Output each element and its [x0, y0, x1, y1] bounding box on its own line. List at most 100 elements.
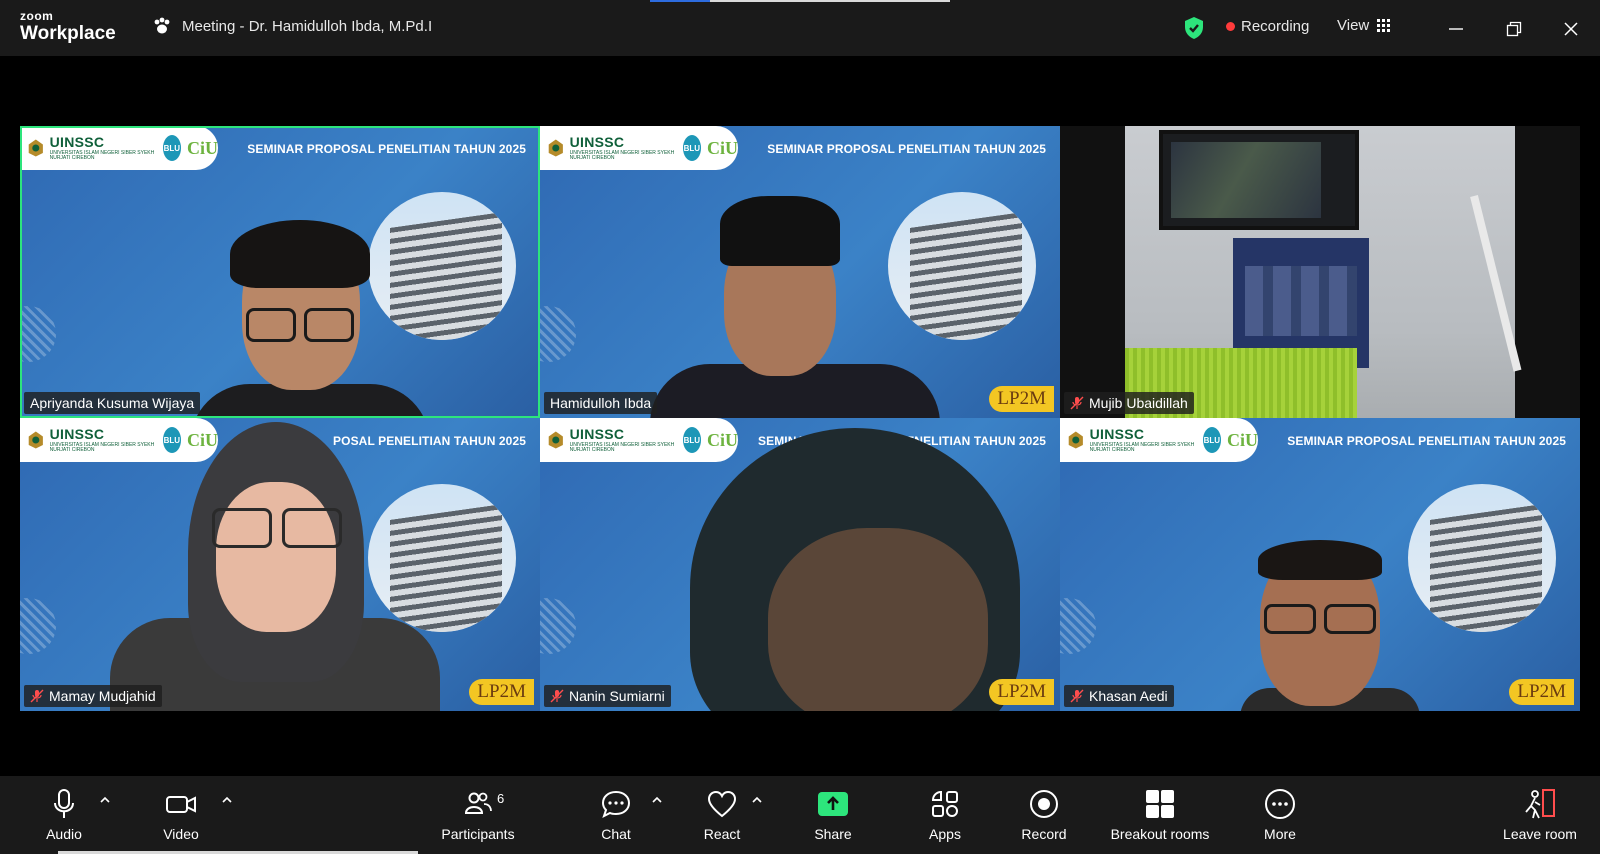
building-image [1408, 484, 1556, 632]
org-name: UINSSC [1089, 426, 1145, 442]
video-label: Video [163, 826, 199, 842]
title-bar: zoom Workplace Meeting - Dr. Hamidulloh … [0, 0, 1600, 56]
ciu-logo: CiU [707, 429, 738, 450]
blu-badge: BLU [682, 427, 701, 453]
breakout-rooms-label: Breakout rooms [1110, 826, 1210, 842]
share-screen-icon [818, 792, 848, 816]
video-tile-mujib[interactable]: Mujib Ubaidillah [1060, 126, 1580, 418]
slide-header-logos: UINSSC UNIVERSITAS ISLAM NEGERI SIBER SYE… [1060, 418, 1258, 462]
uin-emblem-icon [548, 139, 563, 157]
share-label: Share [814, 826, 852, 842]
view-button[interactable]: View [1337, 17, 1391, 34]
minimize-button[interactable] [1441, 14, 1471, 44]
mic-muted-icon [30, 689, 44, 703]
blu-badge: BLU [162, 135, 181, 161]
participant-name-tag: Mamay Mudjahid [24, 685, 162, 707]
room-camera-view [1125, 126, 1522, 418]
seminar-title: SEMINAR PROPOSAL PENELITIAN TAHUN 2025 [767, 142, 1046, 156]
decor-stripes [540, 598, 576, 654]
apps-label: Apps [929, 826, 961, 842]
share-button[interactable]: Share [788, 786, 878, 842]
slide-header-logos: UINSSC UNIVERSITAS ISLAM NEGERI SIBER SYE… [20, 418, 218, 462]
seminar-title: POSAL PENELITIAN TAHUN 2025 [333, 434, 526, 448]
audio-button[interactable]: Audio [19, 786, 109, 842]
building-image [368, 192, 516, 340]
decor-stripes [20, 598, 56, 654]
chat-button[interactable]: Chat [571, 786, 661, 842]
leave-room-icon [1525, 789, 1555, 819]
decor-stripes [20, 306, 56, 362]
lp2m-logo: LP2M [1509, 679, 1574, 705]
participant-name-tag: Apriyanda Kusuma Wijaya [24, 392, 201, 414]
org-subtitle: UNIVERSITAS ISLAM NEGERI SIBER SYEKH NUR… [569, 150, 675, 161]
building-image [368, 484, 516, 632]
meeting-title: Meeting - Dr. Hamidulloh Ibda, M.Pd.I [182, 17, 433, 35]
mic-muted-icon [1070, 396, 1084, 410]
heart-icon [707, 790, 737, 818]
zoom-logo: zoom Workplace [20, 10, 116, 43]
audio-label: Audio [46, 826, 82, 842]
video-options-caret-icon[interactable] [220, 793, 234, 807]
participant-name: Mujib Ubaidillah [1089, 395, 1188, 411]
uin-emblem-icon [548, 431, 563, 449]
leave-room-label: Leave room [1503, 826, 1577, 842]
record-button[interactable]: Record [999, 786, 1089, 842]
participants-button[interactable]: Participants [433, 786, 523, 842]
restore-icon [1506, 21, 1522, 37]
org-name: UINSSC [49, 426, 105, 442]
ciu-logo: CiU [1227, 429, 1258, 450]
meeting-info[interactable]: Meeting - Dr. Hamidulloh Ibda, M.Pd.I [152, 16, 432, 36]
view-label: View [1337, 17, 1370, 34]
microphone-icon [54, 789, 74, 818]
close-icon [1564, 22, 1578, 36]
org-name: UINSSC [49, 134, 105, 150]
apps-button[interactable]: Apps [900, 786, 990, 842]
participant-name-tag: Mujib Ubaidillah [1064, 392, 1194, 414]
participant-name: Hamidulloh Ibda [550, 395, 652, 411]
lp2m-logo: LP2M [469, 679, 534, 705]
org-subtitle: UNIVERSITAS ISLAM NEGERI SIBER SYEKH NUR… [1089, 442, 1195, 453]
uin-emblem-icon [1068, 431, 1083, 449]
ciu-logo: CiU [187, 429, 218, 450]
participants-label: Participants [441, 826, 515, 842]
video-tile-apriyanda[interactable]: UINSSC UNIVERSITAS ISLAM NEGERI SIBER SYE… [20, 126, 540, 418]
participant-name: Nanin Sumiarni [569, 688, 665, 704]
participant-name-tag: Khasan Aedi [1064, 685, 1174, 707]
restore-button[interactable] [1499, 14, 1529, 44]
audio-options-caret-icon[interactable] [98, 793, 112, 807]
video-button[interactable]: Video [136, 786, 226, 842]
recording-indicator[interactable]: Recording [1226, 18, 1309, 35]
meeting-info-icon [154, 17, 170, 34]
uin-emblem-icon [28, 431, 43, 449]
participant-name-tag: Nanin Sumiarni [544, 685, 671, 707]
participant-name-tag: Hamidulloh Ibda [544, 392, 658, 414]
meeting-toolbar: Audio Video Participants 6 Chat React Sh… [0, 776, 1600, 854]
close-button[interactable] [1556, 14, 1586, 44]
participants-icon [464, 792, 492, 814]
blu-badge: BLU [162, 427, 181, 453]
video-tile-nanin[interactable]: UINSSC UNIVERSITAS ISLAM NEGERI SIBER SYE… [540, 418, 1060, 711]
more-button[interactable]: More [1235, 786, 1325, 842]
org-name: UINSSC [569, 426, 625, 442]
breakout-rooms-button[interactable]: Breakout rooms [1096, 786, 1224, 842]
org-subtitle: UNIVERSITAS ISLAM NEGERI SIBER SYEKH NUR… [569, 442, 675, 453]
react-options-caret-icon[interactable] [750, 793, 764, 807]
more-label: More [1264, 826, 1296, 842]
slide-header-logos: UINSSC UNIVERSITAS ISLAM NEGERI SIBER SYE… [20, 126, 218, 170]
chat-label: Chat [601, 826, 631, 842]
record-icon [1030, 790, 1058, 818]
security-shield-icon[interactable] [1183, 16, 1205, 40]
video-tile-hamidulloh[interactable]: UINSSC UNIVERSITAS ISLAM NEGERI SIBER SYE… [540, 126, 1060, 418]
participant-name: Khasan Aedi [1089, 688, 1168, 704]
decor-stripes [1060, 598, 1096, 654]
minimize-icon [1449, 28, 1463, 30]
leave-room-button[interactable]: Leave room [1490, 786, 1590, 842]
video-tile-khasan[interactable]: UINSSC UNIVERSITAS ISLAM NEGERI SIBER SYE… [1060, 418, 1580, 711]
mic-muted-icon [550, 689, 564, 703]
participants-count: 6 [497, 791, 505, 806]
chat-options-caret-icon[interactable] [650, 793, 664, 807]
slide-header-logos: UINSSC UNIVERSITAS ISLAM NEGERI SIBER SYE… [540, 418, 738, 462]
ciu-logo: CiU [187, 137, 218, 158]
video-tile-mamay[interactable]: UINSSC UNIVERSITAS ISLAM NEGERI SIBER SYE… [20, 418, 540, 711]
org-name: UINSSC [569, 134, 625, 150]
